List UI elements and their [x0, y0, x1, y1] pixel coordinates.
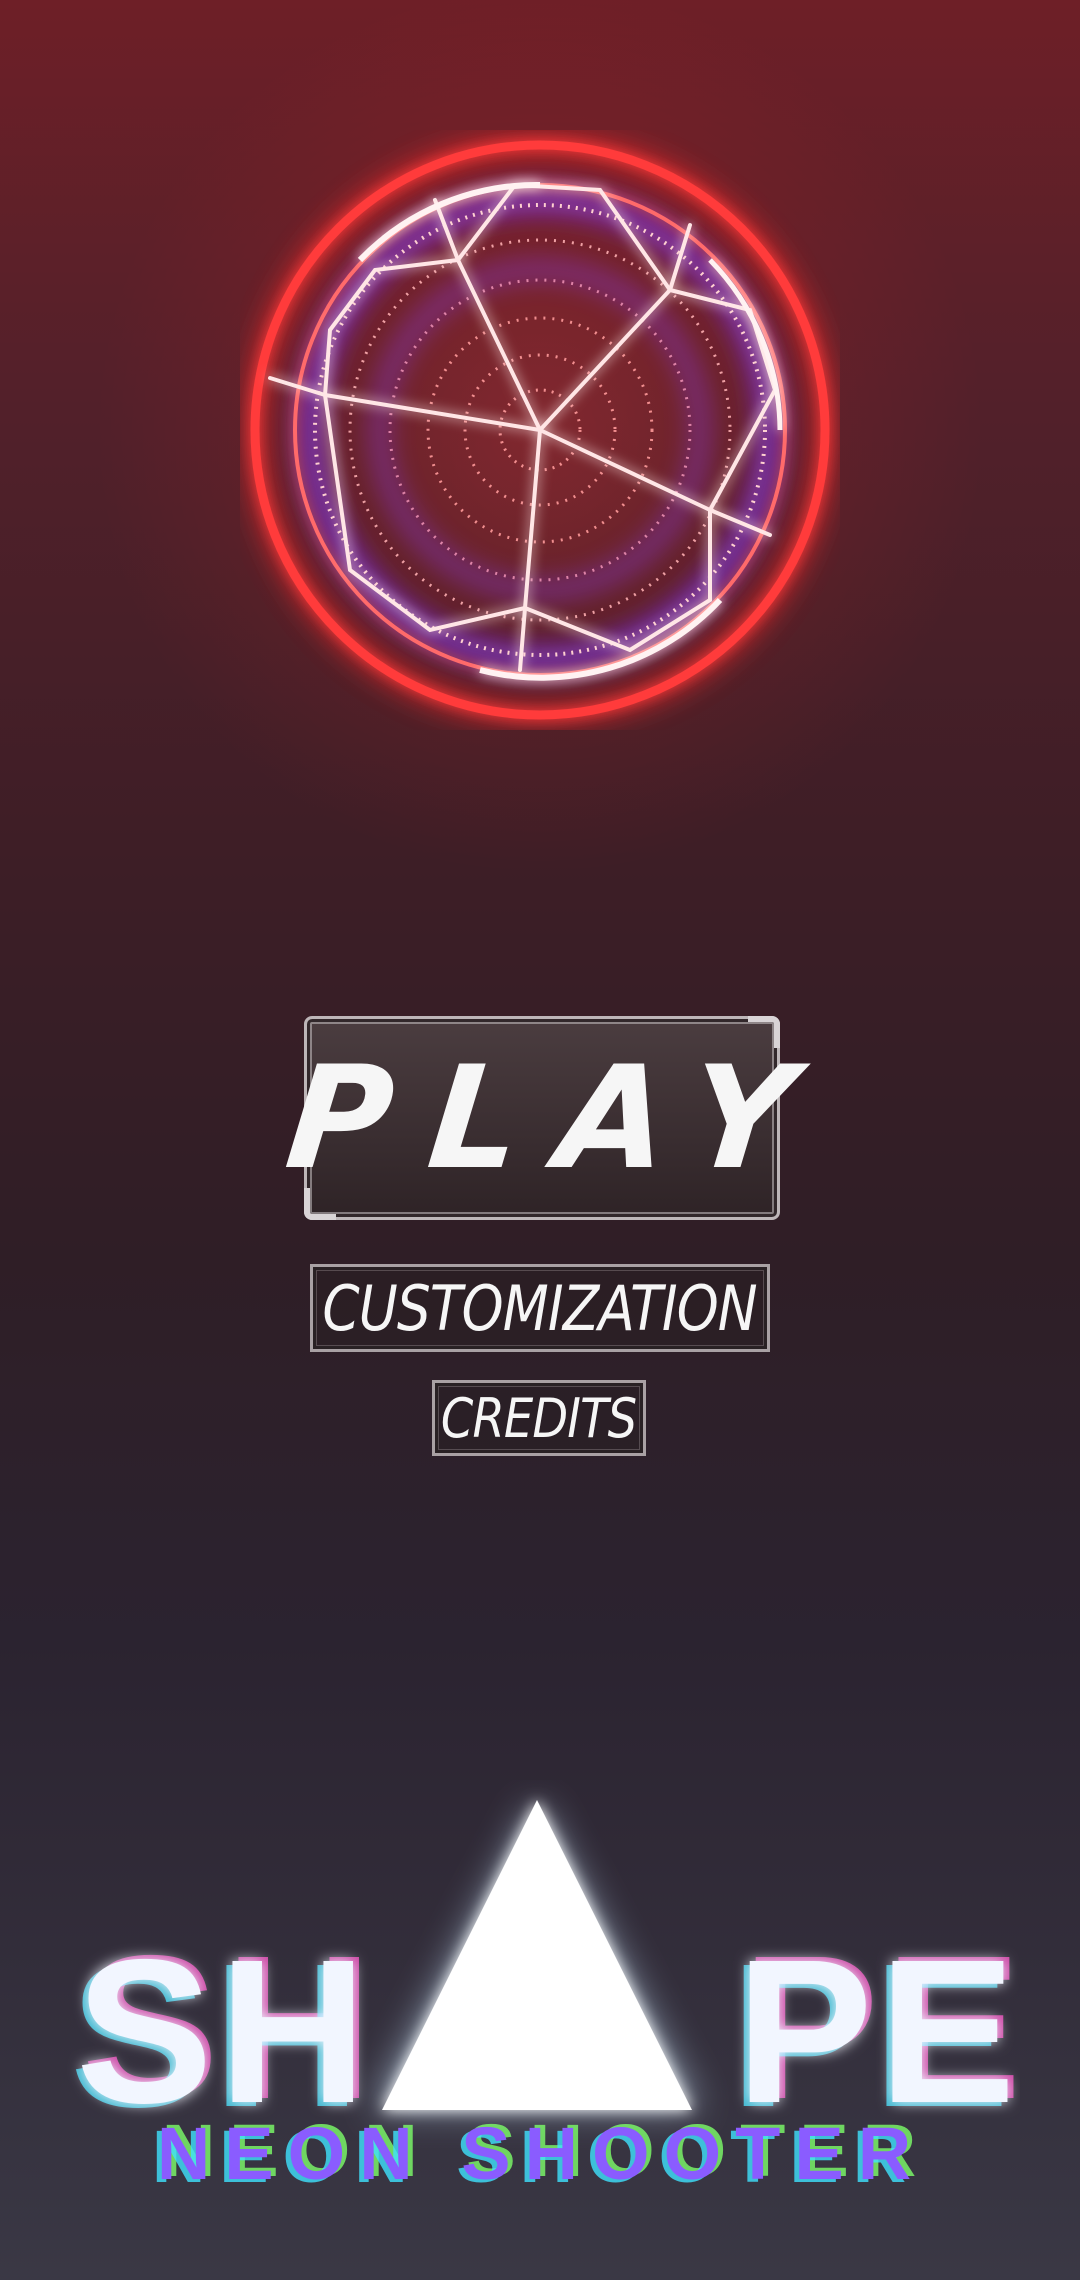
credits-button[interactable]: CREDITS — [432, 1380, 646, 1456]
credits-label: CREDITS — [441, 1386, 637, 1450]
play-label: PLAY — [278, 1035, 840, 1201]
customization-button[interactable]: CUSTOMIZATION — [310, 1264, 770, 1352]
logo-subtitle: NEON SHOOTER — [157, 2112, 925, 2195]
triangle-shape — [382, 1800, 692, 2110]
game-logo: SH SH SH PE PE PE NEON SHOOTER NEON SHOO… — [70, 1800, 1020, 2198]
customization-label: CUSTOMIZATION — [322, 1271, 758, 1345]
play-button[interactable]: PLAY — [279, 1016, 839, 1220]
neon-sphere-icon — [240, 130, 840, 730]
